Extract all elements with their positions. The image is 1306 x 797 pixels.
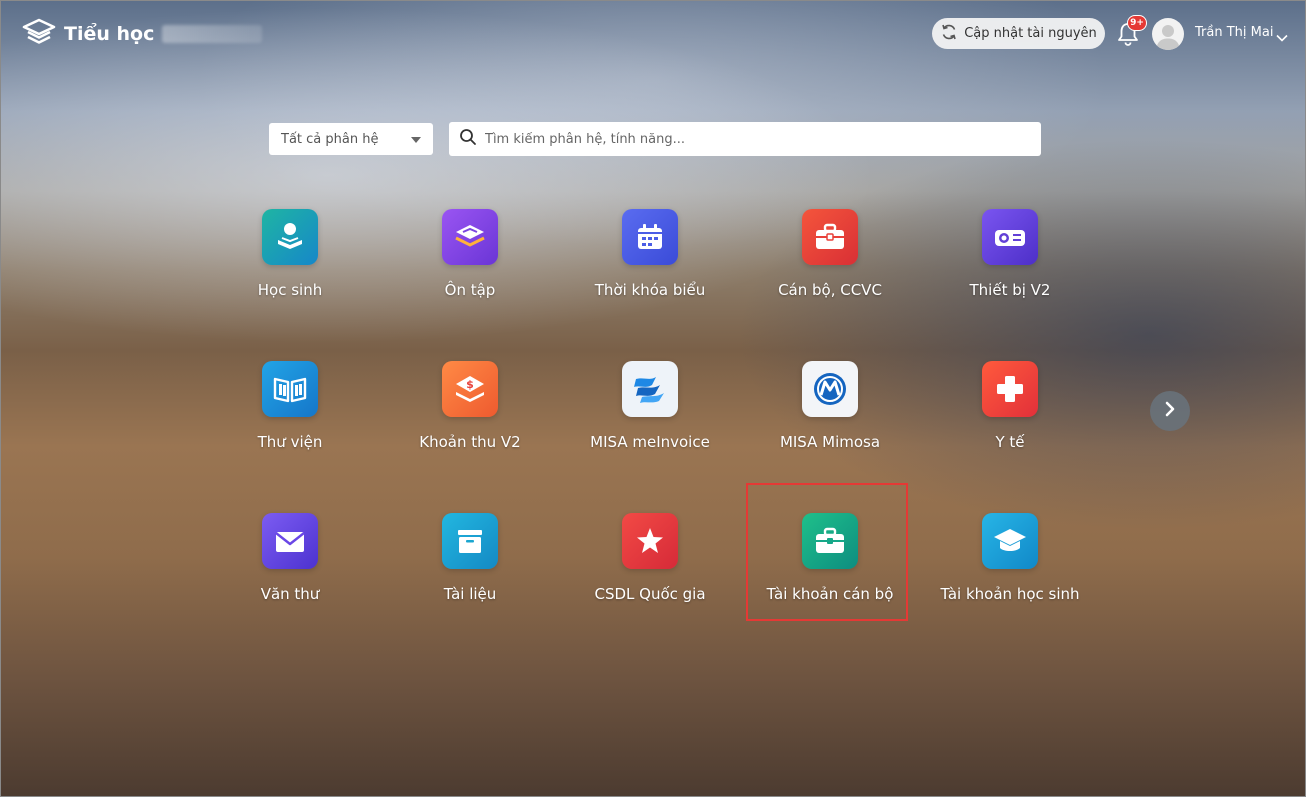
chevron-down-icon[interactable]: [1276, 27, 1288, 46]
medical-icon: [982, 361, 1038, 417]
brand[interactable]: Tiểu học: [22, 18, 263, 50]
school-name-redacted: [162, 25, 263, 43]
app-label: Thiết bị V2: [969, 281, 1051, 299]
app-label: Văn thư: [260, 585, 320, 603]
meinvoice-logo: [622, 361, 678, 417]
briefcase-icon: [802, 209, 858, 265]
caret-down-icon: [411, 132, 421, 147]
app-misa-mimosa[interactable]: MISA Mimosa: [740, 361, 920, 451]
mimosa-logo: [802, 361, 858, 417]
app-label: Khoản thu V2: [419, 433, 521, 451]
app-misa-meinvoice[interactable]: MISA meInvoice: [560, 361, 740, 451]
review-icon: [442, 209, 498, 265]
app-label: Học sinh: [257, 281, 323, 299]
refresh-icon: [940, 23, 958, 45]
brand-title: Tiểu học: [64, 23, 155, 45]
app-label: CSDL Quốc gia: [594, 585, 706, 603]
search-box[interactable]: [449, 122, 1041, 156]
star-icon: [622, 513, 678, 569]
app-can-bo-ccvc[interactable]: Cán bộ, CCVC: [740, 209, 920, 299]
svg-text:$: $: [466, 378, 474, 391]
fee-icon: $: [442, 361, 498, 417]
update-resources-button[interactable]: Cập nhật tài nguyên: [932, 18, 1105, 49]
module-filter-value: Tất cả phân hệ: [281, 131, 379, 147]
archive-box-icon: [442, 513, 498, 569]
app-thu-vien[interactable]: Thư viện: [200, 361, 380, 451]
app-label: MISA meInvoice: [590, 433, 710, 451]
search-icon: [459, 128, 477, 150]
app-label: Thời khóa biểu: [594, 281, 706, 299]
app-y-te[interactable]: Y tế: [920, 361, 1100, 451]
notification-badge: 9+: [1127, 15, 1147, 31]
app-label: Tài khoản học sinh: [940, 585, 1080, 603]
app-label: Thư viện: [257, 433, 323, 451]
app-label: Cán bộ, CCVC: [778, 281, 882, 299]
app-tai-lieu[interactable]: Tài liệu: [380, 513, 560, 603]
app-hoc-sinh[interactable]: Học sinh: [200, 209, 380, 299]
app-label: Y tế: [995, 433, 1025, 451]
logo-icon: [22, 18, 56, 50]
user-name[interactable]: Trần Thị Mai: [1195, 25, 1273, 40]
app-csdl-quoc-gia[interactable]: CSDL Quốc gia: [560, 513, 740, 603]
mail-icon: [262, 513, 318, 569]
projector-icon: [982, 209, 1038, 265]
library-icon: [262, 361, 318, 417]
app-thiet-bi-v2[interactable]: Thiết bị V2: [920, 209, 1100, 299]
app-label: MISA Mimosa: [779, 433, 881, 451]
calendar-icon: [622, 209, 678, 265]
search-input[interactable]: [485, 131, 1031, 147]
graduation-cap-icon: [982, 513, 1038, 569]
chevron-right-icon: [1164, 401, 1176, 421]
app-van-thu[interactable]: Văn thư: [200, 513, 380, 603]
app-khoan-thu-v2[interactable]: $ Khoản thu V2: [380, 361, 560, 451]
app-thoi-khoa-bieu[interactable]: Thời khóa biểu: [560, 209, 740, 299]
app-label: Tài liệu: [443, 585, 497, 603]
highlight-box: [746, 483, 908, 621]
next-page-button[interactable]: [1150, 391, 1190, 431]
avatar[interactable]: [1152, 18, 1184, 50]
update-resources-label: Cập nhật tài nguyên: [964, 26, 1097, 41]
student-icon: [262, 209, 318, 265]
app-on-tap[interactable]: Ôn tập: [380, 209, 560, 299]
module-filter-select[interactable]: Tất cả phân hệ: [269, 123, 433, 155]
app-tai-khoan-hoc-sinh[interactable]: Tài khoản học sinh: [920, 513, 1100, 603]
app-label: Ôn tập: [444, 281, 496, 299]
